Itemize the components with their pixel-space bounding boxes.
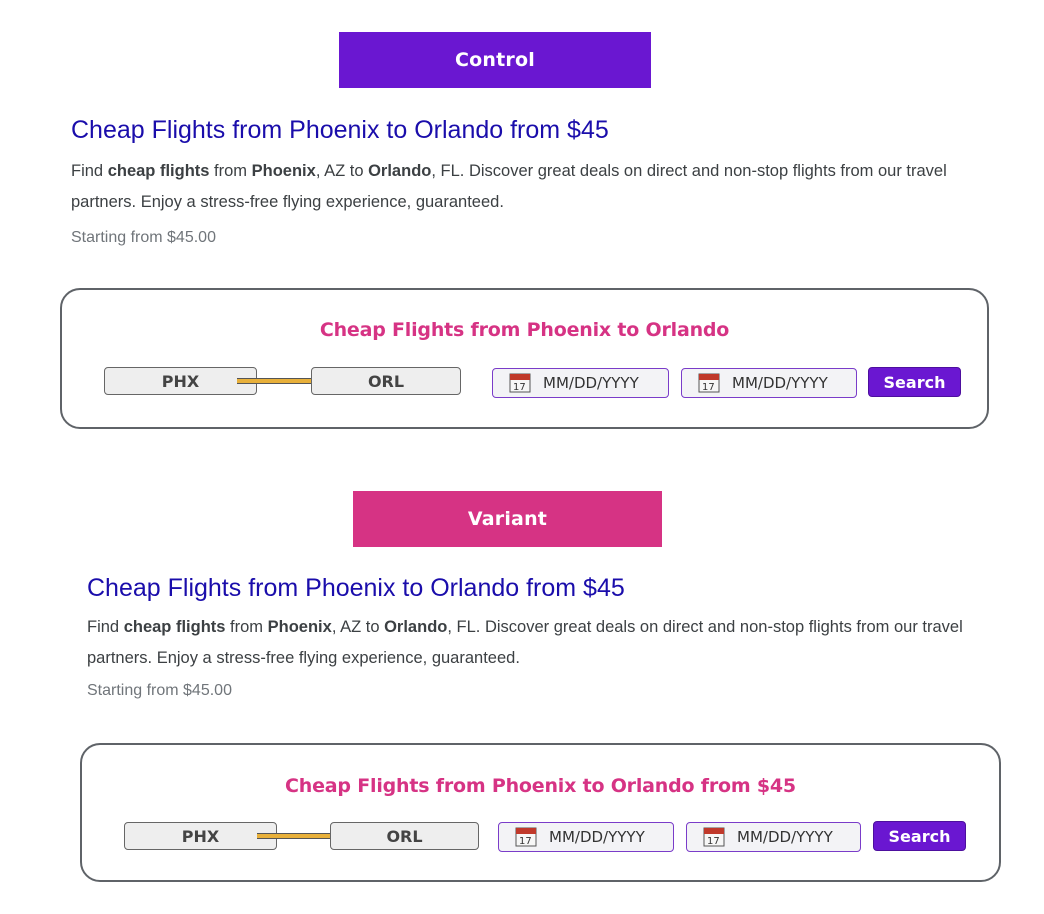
control-search-button[interactable]: Search [868,367,961,397]
variant-widget-title: Cheap Flights from Phoenix to Orlando fr… [285,775,796,797]
variant-desc-bold-phoenix: Phoenix [267,618,332,636]
variant-return-date-value: MM/DD/YYYY [737,828,833,846]
svg-text:17: 17 [519,836,532,847]
control-origin-airport[interactable]: PHX [104,367,257,395]
variant-desc-find: Find [87,618,124,636]
variant-depart-date-value: MM/DD/YYYY [549,828,645,846]
variant-label-banner: Variant [353,491,662,547]
svg-text:17: 17 [513,382,526,393]
control-return-date-value: MM/DD/YYYY [732,374,828,392]
control-depart-date-value: MM/DD/YYYY [543,374,639,392]
variant-origin-airport[interactable]: PHX [124,822,277,850]
control-search-label: Search [883,372,946,392]
variant-search-button[interactable]: Search [873,821,966,851]
variant-desc-az: , AZ to [331,618,385,636]
variant-ad-title[interactable]: Cheap Flights from Phoenix to Orlando fr… [87,574,625,603]
calendar-icon: 17 [509,373,531,393]
control-label-text: Control [455,49,535,71]
control-desc-bold-phoenix: Phoenix [251,162,316,180]
variant-ad-description: Find cheap flights from Phoenix, AZ to O… [87,612,987,674]
control-desc-from: from [209,162,252,180]
control-return-date-field[interactable]: 17 MM/DD/YYYY [681,368,857,398]
control-destination-code: ORL [367,371,405,391]
variant-label-text: Variant [467,508,548,530]
control-ad-price: Starting from $45.00 [71,229,216,246]
control-desc-bold-cheap-flights: cheap flights [107,162,210,180]
svg-text:17: 17 [707,836,720,847]
control-desc-az: , AZ to [315,162,369,180]
control-ad-title[interactable]: Cheap Flights from Phoenix to Orlando fr… [71,116,609,145]
variant-desc-from: from [225,618,268,636]
control-label-banner: Control [339,32,651,88]
variant-origin-code: PHX [181,826,220,846]
control-origin-code: PHX [161,371,200,391]
control-desc-bold-orlando: Orlando [368,162,432,180]
control-depart-date-field[interactable]: 17 MM/DD/YYYY [492,368,669,398]
calendar-icon: 17 [698,373,720,393]
variant-ad-price: Starting from $45.00 [87,682,232,699]
svg-text:17: 17 [702,382,715,393]
variant-destination-code: ORL [386,826,423,846]
control-ad-description: Find cheap flights from Phoenix, AZ to O… [71,156,971,218]
variant-return-date-field[interactable]: 17 MM/DD/YYYY [686,822,861,852]
variant-desc-bold-orlando: Orlando [384,618,448,636]
variant-destination-airport[interactable]: ORL [330,822,479,850]
control-search-widget: Cheap Flights from Phoenix to Orlando PH… [60,288,989,429]
control-destination-airport[interactable]: ORL [311,367,461,395]
variant-depart-date-field[interactable]: 17 MM/DD/YYYY [498,822,674,852]
calendar-icon: 17 [703,827,725,847]
variant-search-label: Search [888,826,951,846]
control-desc-find: Find [71,162,108,180]
variant-search-widget: Cheap Flights from Phoenix to Orlando fr… [80,743,1001,882]
variant-desc-bold-cheap-flights: cheap flights [123,618,226,636]
calendar-icon: 17 [515,827,537,847]
control-widget-title: Cheap Flights from Phoenix to Orlando [319,319,730,341]
